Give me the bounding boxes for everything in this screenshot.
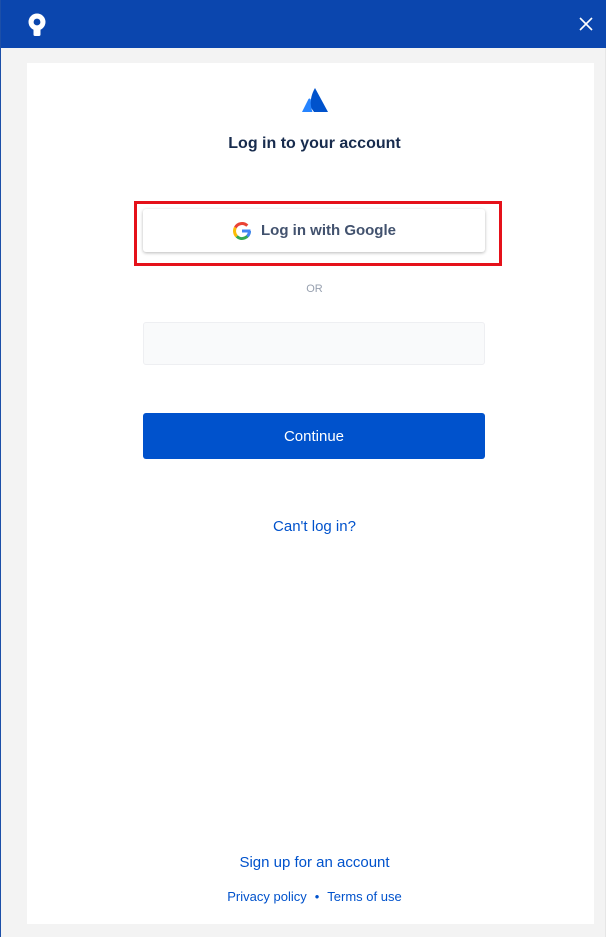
login-panel: Log in to your account Log in with Googl…: [27, 63, 594, 924]
footer-links: Privacy policy • Terms of use: [27, 889, 602, 904]
signup-link[interactable]: Sign up for an account: [27, 854, 602, 871]
footer-separator: •: [314, 889, 320, 904]
page-title: Log in to your account: [228, 135, 401, 152]
cant-login-link[interactable]: Can't log in?: [27, 518, 602, 535]
close-icon[interactable]: [575, 13, 597, 35]
continue-button[interactable]: Continue: [143, 413, 485, 459]
privacy-policy-link[interactable]: Privacy policy: [227, 889, 306, 904]
login-window: Log in to your account Log in with Googl…: [0, 0, 606, 937]
title-bar: [1, 0, 606, 48]
highlight-annotation: [134, 201, 502, 266]
atlassian-icon: [302, 88, 328, 112]
terms-of-use-link[interactable]: Terms of use: [327, 889, 401, 904]
or-divider: OR: [306, 283, 323, 295]
sourcetree-icon: [28, 13, 46, 36]
email-field[interactable]: [143, 322, 485, 365]
